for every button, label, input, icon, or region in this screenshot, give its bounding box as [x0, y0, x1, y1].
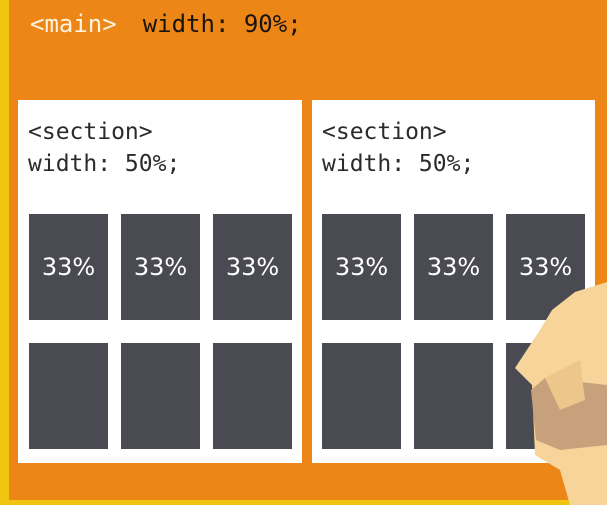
presenter-figure	[515, 282, 607, 505]
